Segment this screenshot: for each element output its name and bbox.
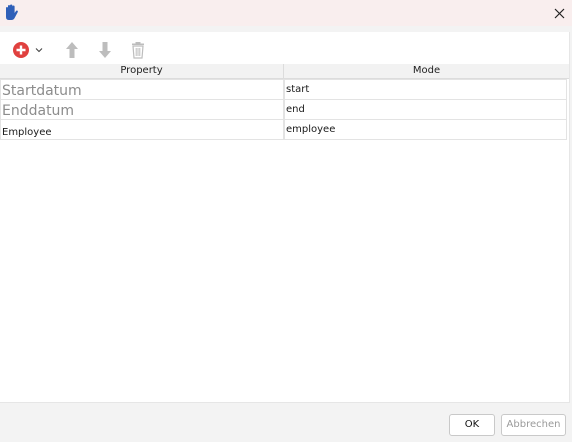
- add-button[interactable]: [12, 40, 46, 60]
- column-header-property[interactable]: Property: [0, 64, 284, 79]
- mode-value: employee: [286, 124, 336, 135]
- mode-value: end: [286, 104, 305, 115]
- mode-cell[interactable]: end: [284, 99, 567, 120]
- property-cell[interactable]: Employee: [0, 119, 284, 140]
- toolbar: [0, 32, 569, 64]
- arrow-up-icon: [66, 42, 78, 58]
- chevron-down-icon: [35, 48, 43, 53]
- table-row[interactable]: Startdatum start: [0, 79, 569, 100]
- mode-value: start: [286, 84, 310, 95]
- table-row[interactable]: Employee employee: [0, 119, 569, 140]
- property-value: Enddatum: [2, 103, 75, 119]
- table-row[interactable]: Enddatum end: [0, 99, 569, 120]
- title-bar: [0, 0, 572, 26]
- arrow-down-icon: [99, 42, 111, 58]
- content-panel: Property Mode Startdatum start Enddatum …: [0, 32, 570, 403]
- close-button[interactable]: [547, 0, 572, 26]
- delete-button[interactable]: [130, 40, 146, 60]
- hand-icon: [6, 4, 18, 20]
- property-cell[interactable]: Enddatum: [0, 99, 284, 120]
- mode-cell[interactable]: start: [284, 79, 567, 100]
- property-value: Startdatum: [2, 83, 82, 99]
- column-header-mode[interactable]: Mode: [284, 64, 569, 79]
- trash-icon: [132, 42, 144, 59]
- move-up-button[interactable]: [64, 40, 80, 60]
- close-icon: [554, 8, 565, 18]
- move-down-button[interactable]: [97, 40, 113, 60]
- property-cell[interactable]: Startdatum: [0, 79, 284, 100]
- cancel-button[interactable]: Abbrechen: [501, 414, 566, 436]
- ok-button[interactable]: OK: [449, 414, 495, 436]
- property-value: Employee: [2, 127, 52, 138]
- mode-cell[interactable]: employee: [284, 119, 567, 140]
- add-circle-icon: [13, 42, 29, 58]
